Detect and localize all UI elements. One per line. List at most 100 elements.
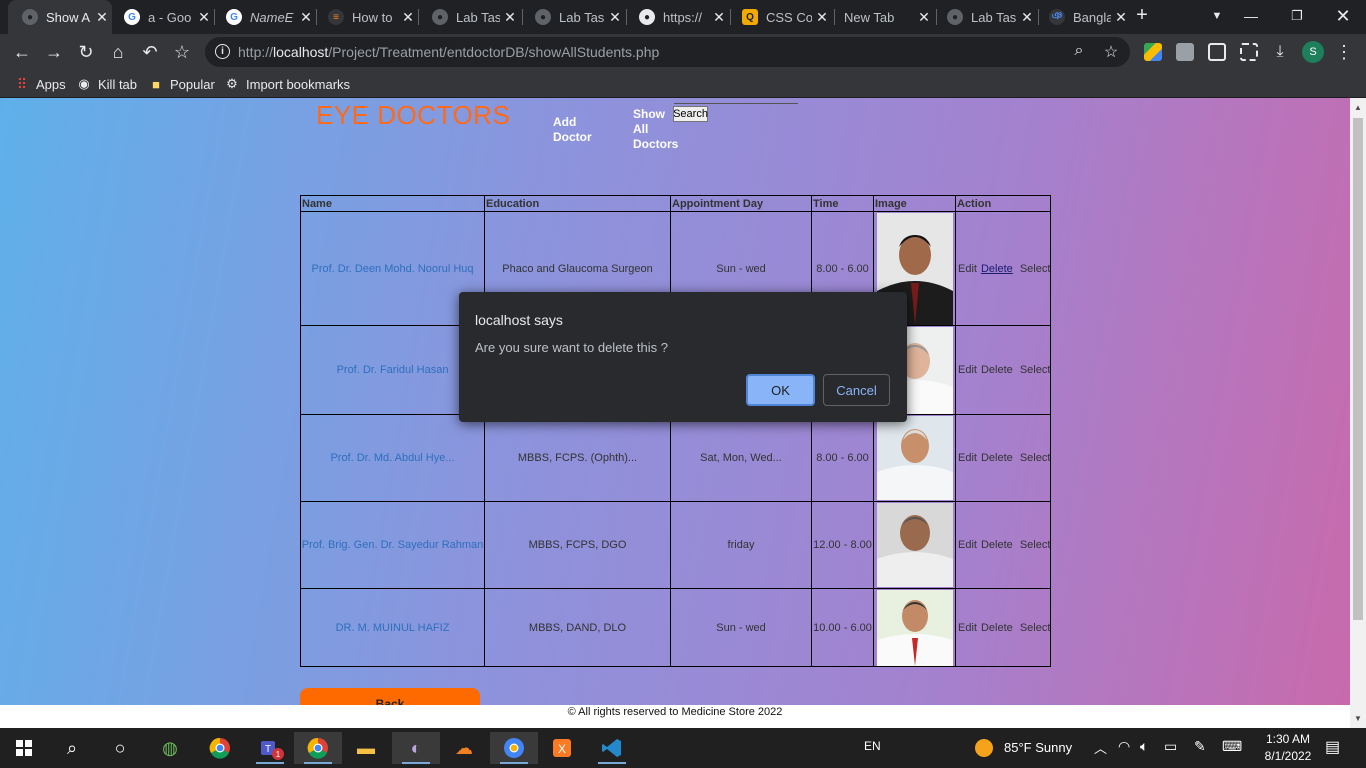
window-close-icon[interactable]: ✕: [1320, 0, 1366, 32]
pen-icon[interactable]: ✎: [1194, 738, 1206, 755]
search-icon[interactable]: ⌕: [48, 732, 96, 764]
delete-link[interactable]: Delete: [981, 263, 1013, 275]
vscode-icon[interactable]: [588, 732, 636, 764]
delete-link[interactable]: Delete: [981, 452, 1013, 464]
tab-google-a[interactable]: G a - Goo ✕: [110, 0, 214, 34]
search-button[interactable]: Search: [673, 106, 708, 122]
delete-link[interactable]: Delete: [981, 364, 1013, 376]
cloudflare-icon[interactable]: ☁: [440, 732, 488, 764]
scrollbar-thumb[interactable]: [1353, 118, 1363, 620]
reload-icon[interactable]: ↻: [74, 40, 98, 64]
nav-show-all-doctors[interactable]: Show All Doctors: [633, 107, 678, 152]
close-icon[interactable]: ✕: [398, 9, 418, 26]
download-icon[interactable]: ⤓: [1268, 40, 1292, 64]
zoom-icon[interactable]: ⌕: [1069, 42, 1089, 60]
bookmark-kill-tab[interactable]: ◉ Kill tab: [76, 76, 137, 92]
touch-extension-icon[interactable]: [1176, 43, 1194, 61]
tab-bangla[interactable]: ঞ Banglac ✕: [1035, 0, 1131, 34]
close-icon[interactable]: ✕: [296, 9, 316, 26]
clock-time[interactable]: 1:30 AM: [1258, 732, 1318, 746]
tab-show-all[interactable]: ● Show A ✕: [8, 0, 112, 34]
close-icon[interactable]: ✕: [914, 9, 934, 26]
close-icon[interactable]: ✕: [605, 9, 625, 26]
cancel-button[interactable]: Cancel: [823, 374, 890, 406]
edit-link[interactable]: Edit: [958, 539, 977, 551]
chrome-icon[interactable]: [196, 732, 244, 764]
menu-icon[interactable]: ⋮: [1332, 40, 1356, 64]
notification-icon[interactable]: ▤: [1325, 737, 1340, 757]
volume-icon[interactable]: 🔈︎: [1140, 738, 1148, 755]
home-icon[interactable]: ⌂: [106, 40, 130, 64]
cortana-icon[interactable]: ○: [96, 732, 144, 764]
clock-date[interactable]: 8/1/2022: [1258, 749, 1318, 763]
nav-add-doctor[interactable]: Add Doctor: [553, 115, 593, 145]
tab-lab-task-2[interactable]: ● Lab Tas ✕: [521, 0, 625, 34]
xampp-icon[interactable]: X: [538, 732, 586, 764]
select-link[interactable]: Select: [1020, 364, 1051, 376]
teams-icon[interactable]: T 1: [246, 732, 294, 764]
search-input[interactable]: [674, 103, 798, 104]
close-icon[interactable]: ✕: [194, 9, 214, 26]
page-scrollbar[interactable]: ▲ ▼: [1350, 98, 1366, 728]
close-icon[interactable]: ✕: [1111, 9, 1131, 26]
new-tab-button[interactable]: +: [1132, 4, 1152, 27]
tab-google-name[interactable]: G NameE ✕: [212, 0, 316, 34]
chrome-active-icon[interactable]: [294, 732, 342, 764]
close-icon[interactable]: ✕: [812, 9, 832, 26]
star-icon[interactable]: ☆: [1101, 42, 1121, 62]
back-arrow-icon[interactable]: ←: [10, 40, 34, 64]
close-icon[interactable]: ✕: [1017, 9, 1037, 26]
ok-button[interactable]: OK: [746, 374, 815, 406]
url-text[interactable]: http://localhost/Project/Treatment/entdo…: [238, 44, 659, 60]
bookmark-popular[interactable]: ■ Popular: [148, 76, 215, 92]
edit-link[interactable]: Edit: [958, 263, 977, 275]
crop-extension-icon[interactable]: [1240, 43, 1258, 61]
apps-extension-icon[interactable]: [1208, 43, 1226, 61]
file-explorer-icon[interactable]: ▬: [342, 732, 390, 764]
restore-icon[interactable]: ❐: [1274, 0, 1320, 32]
tab-https[interactable]: ● https:// ✕: [625, 0, 729, 34]
chevron-up-icon[interactable]: ︿: [1094, 738, 1107, 757]
tab-lab-task-3[interactable]: ● Lab Tas ✕: [933, 0, 1037, 34]
edit-link[interactable]: Edit: [958, 622, 977, 634]
keyboard-icon[interactable]: ⌨: [1222, 738, 1242, 755]
weather-sun-icon[interactable]: [960, 732, 1008, 764]
delete-link[interactable]: Delete: [981, 622, 1013, 634]
scroll-up-icon[interactable]: ▲: [1353, 103, 1363, 112]
wifi-icon[interactable]: ◠: [1118, 738, 1130, 755]
eclipse-icon[interactable]: ◐: [392, 732, 440, 764]
minimize-icon[interactable]: —: [1228, 0, 1274, 32]
select-link[interactable]: Select: [1020, 452, 1051, 464]
info-icon[interactable]: i: [215, 44, 230, 59]
windows-start-icon[interactable]: [0, 732, 48, 764]
drive-extension-icon[interactable]: [1144, 43, 1162, 61]
close-icon[interactable]: ✕: [709, 9, 729, 26]
select-link[interactable]: Select: [1020, 263, 1051, 275]
select-link[interactable]: Select: [1020, 622, 1051, 634]
address-bar[interactable]: i http://localhost/Project/Treatment/ent…: [205, 37, 1130, 67]
select-link[interactable]: Select: [1020, 539, 1051, 551]
edit-link[interactable]: Edit: [958, 452, 977, 464]
tab-new-tab[interactable]: New Tab ✕: [830, 0, 934, 34]
network-globe-icon[interactable]: ◍: [146, 732, 194, 764]
stackoverflow-icon: ≡: [328, 9, 344, 25]
tab-css[interactable]: Q CSS Co ✕: [728, 0, 832, 34]
close-icon[interactable]: ✕: [500, 9, 520, 26]
bookmark-apps[interactable]: ⠿ Apps: [14, 76, 66, 92]
back-button[interactable]: Back: [300, 688, 480, 705]
forward-arrow-icon[interactable]: →: [42, 40, 66, 64]
bookmark-star-icon[interactable]: ☆: [170, 40, 194, 64]
battery-icon[interactable]: ▭: [1164, 738, 1177, 755]
language-indicator[interactable]: EN: [864, 739, 881, 753]
bookmark-import[interactable]: ⚙ Import bookmarks: [224, 76, 350, 92]
scroll-down-icon[interactable]: ▼: [1353, 714, 1363, 723]
tab-how-to[interactable]: ≡ How to ✕: [314, 0, 418, 34]
profile-avatar[interactable]: S: [1302, 41, 1324, 63]
tab-lab-task-1[interactable]: ● Lab Tas ✕: [418, 0, 520, 34]
weather-text[interactable]: 85°F Sunny: [1004, 740, 1072, 755]
chrome-canary-icon[interactable]: [490, 732, 538, 764]
close-icon[interactable]: ✕: [92, 9, 112, 26]
edit-link[interactable]: Edit: [958, 364, 977, 376]
undo-close-icon[interactable]: ↶: [138, 40, 162, 64]
delete-link[interactable]: Delete: [981, 539, 1013, 551]
